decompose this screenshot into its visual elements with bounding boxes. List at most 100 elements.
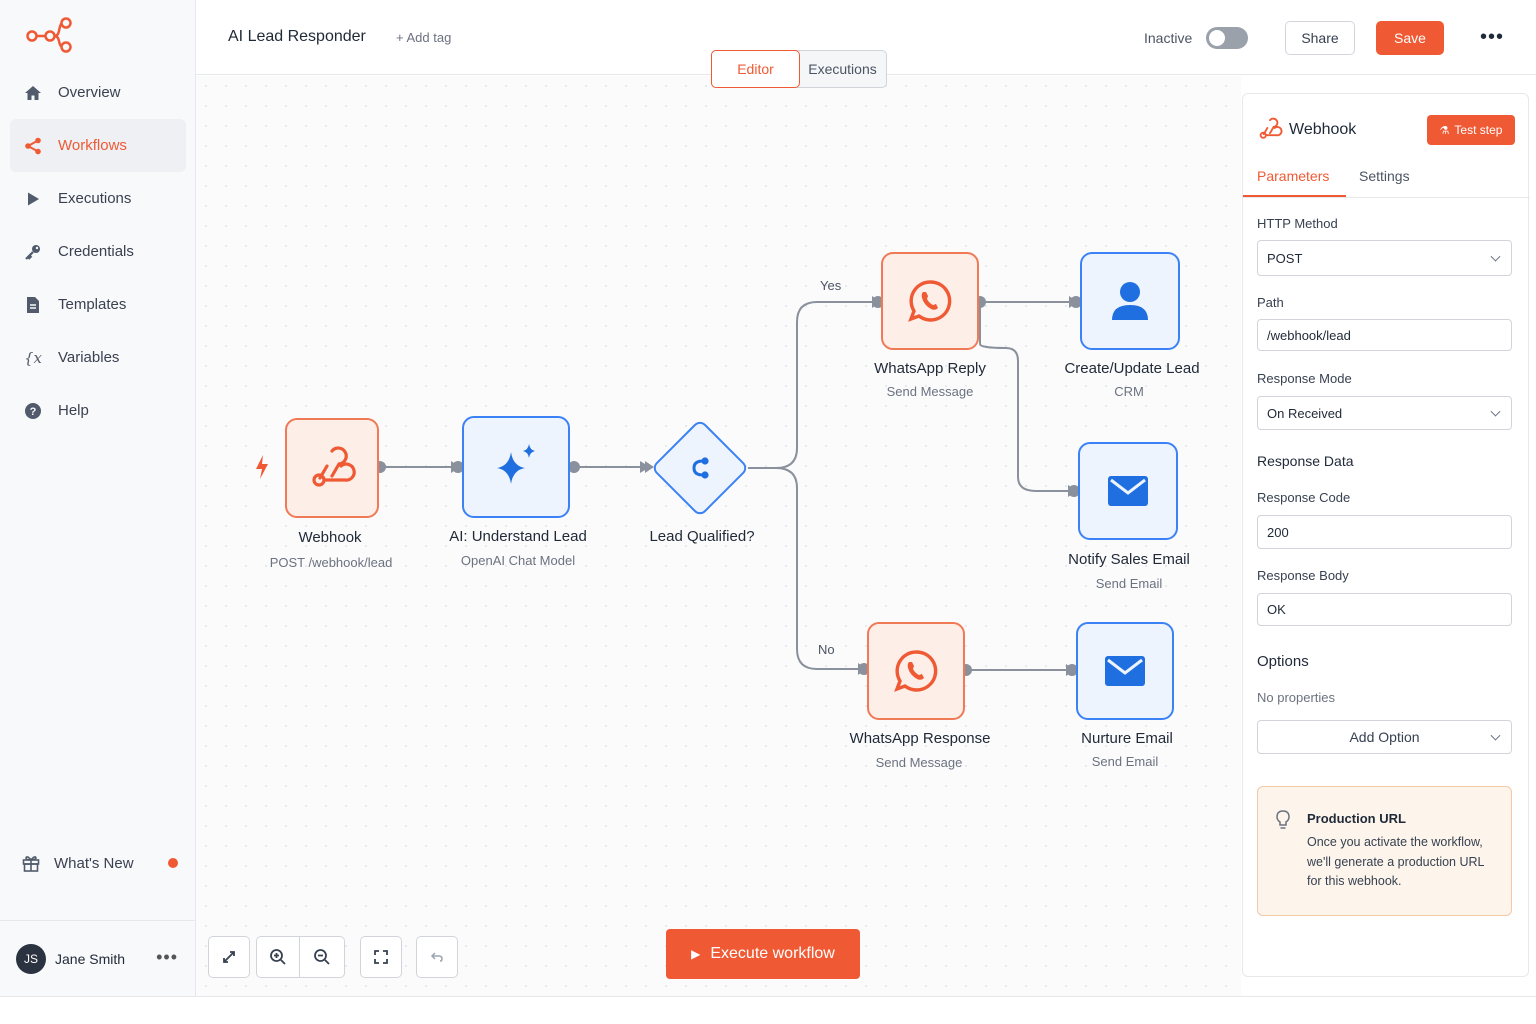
- node-ai-understand-lead[interactable]: [462, 416, 570, 518]
- node-whatsapp-reply[interactable]: [881, 252, 979, 350]
- notification-dot: [168, 858, 178, 868]
- user-more-icon[interactable]: •••: [156, 947, 178, 968]
- sidebar-item-help[interactable]: ? Help: [10, 384, 186, 437]
- fullscreen-icon: [374, 950, 388, 964]
- sidebar-item-variables[interactable]: {x Variables: [10, 331, 186, 384]
- undo-button[interactable]: [416, 936, 458, 978]
- play-icon: [22, 188, 44, 210]
- whats-new-label: What's New: [54, 854, 134, 872]
- tab-executions[interactable]: Executions: [799, 51, 886, 87]
- test-step-button[interactable]: ⚗ Test step: [1427, 115, 1515, 145]
- node-create-update-lead[interactable]: [1080, 252, 1180, 350]
- sidebar-item-label: Overview: [58, 84, 121, 101]
- node-subtitle: Send Email: [1095, 576, 1163, 591]
- bottom-bar: [0, 996, 1536, 1024]
- node-webhook[interactable]: [285, 418, 379, 518]
- app-logo[interactable]: [26, 16, 74, 54]
- http-method-value: POST: [1267, 250, 1303, 266]
- execute-workflow-button[interactable]: ▶ Execute workflow: [666, 929, 860, 979]
- node-title: Lead Qualified?: [649, 528, 755, 545]
- path-value: /webhook/lead: [1267, 327, 1351, 343]
- tab-parameters[interactable]: Parameters: [1257, 168, 1329, 184]
- response-code-input[interactable]: 200: [1257, 515, 1512, 549]
- branch-no-label: No: [818, 642, 835, 657]
- mail-icon: [1108, 476, 1148, 506]
- branch-icon: [680, 448, 720, 488]
- node-details-panel: Webhook ⚗ Test step Parameters Settings …: [1242, 93, 1530, 977]
- webhook-icon: [312, 446, 356, 487]
- fit-view-button[interactable]: [208, 936, 250, 978]
- response-body-value: OK: [1267, 602, 1286, 617]
- workflow-canvas[interactable]: Webhook POST /webhook/lead AI: Understan…: [196, 76, 1241, 996]
- more-options-icon[interactable]: •••: [1480, 26, 1504, 49]
- sidebar-item-label: Help: [58, 402, 89, 419]
- add-option-label: Add Option: [1349, 729, 1420, 745]
- whats-new-item[interactable]: What's New: [20, 846, 186, 880]
- zoom-out-button[interactable]: [300, 936, 345, 978]
- no-properties-text: No properties: [1257, 690, 1336, 705]
- sidebar-item-label: Templates: [58, 296, 127, 313]
- response-mode-value: On Received: [1267, 405, 1343, 421]
- sidebar-item-label: Executions: [58, 190, 132, 207]
- webhook-icon: [1259, 117, 1283, 139]
- node-notify-sales-email[interactable]: [1078, 442, 1178, 540]
- sidebar-item-executions[interactable]: Executions: [10, 172, 186, 225]
- tab-editor[interactable]: Editor: [711, 50, 800, 88]
- chevron-down-icon: [1490, 251, 1501, 262]
- panel-tabs: Parameters Settings: [1243, 158, 1530, 198]
- user-menu[interactable]: JS Jane Smith •••: [16, 943, 186, 975]
- response-mode-label: Response Mode: [1257, 371, 1352, 386]
- sidebar-item-workflows[interactable]: Workflows: [10, 119, 186, 172]
- flask-icon: ⚗: [1439, 124, 1450, 137]
- node-subtitle: OpenAI Chat Model: [460, 553, 576, 568]
- notice-text: Once you activate the workflow, we'll ge…: [1307, 835, 1485, 888]
- undo-icon: [430, 952, 443, 962]
- sidebar-item-templates[interactable]: Templates: [10, 278, 186, 331]
- execute-label: Execute workflow: [710, 945, 835, 962]
- workflows-icon: [22, 135, 44, 157]
- path-label: Path: [1257, 295, 1284, 310]
- sparkle-icon: [497, 444, 535, 484]
- chevron-down-icon: [1490, 406, 1501, 417]
- add-tag-link[interactable]: + Add tag: [396, 30, 451, 45]
- response-mode-select[interactable]: On Received: [1257, 396, 1512, 430]
- view-mode-tabs: Editor Executions: [711, 50, 887, 88]
- add-option-button[interactable]: Add Option: [1257, 720, 1512, 754]
- path-input[interactable]: /webhook/lead: [1257, 319, 1512, 351]
- node-whatsapp-response[interactable]: [867, 622, 965, 720]
- node-subtitle: Send Message: [886, 384, 974, 399]
- sidebar-item-overview[interactable]: Overview: [10, 66, 186, 119]
- node-title: Notify Sales Email: [1068, 551, 1190, 568]
- node-nurture-email[interactable]: [1076, 622, 1174, 720]
- fullscreen-button[interactable]: [360, 936, 402, 978]
- mail-icon: [1105, 656, 1145, 686]
- save-button[interactable]: Save: [1376, 21, 1444, 55]
- production-url-notice: Production URL Once you activate the wor…: [1257, 786, 1512, 916]
- node-title: Create/Update Lead: [1064, 360, 1200, 377]
- tab-settings[interactable]: Settings: [1359, 168, 1410, 184]
- http-method-label: HTTP Method: [1257, 216, 1338, 231]
- user-icon: [1112, 282, 1148, 320]
- node-title: Webhook: [298, 529, 362, 546]
- user-name: Jane Smith: [55, 951, 126, 967]
- sidebar-item-credentials[interactable]: Credentials: [10, 225, 186, 278]
- home-icon: [22, 82, 44, 104]
- share-button[interactable]: Share: [1285, 21, 1355, 55]
- active-toggle[interactable]: [1206, 27, 1248, 49]
- whatsapp-icon: [908, 280, 952, 322]
- play-icon: ▶: [691, 947, 701, 961]
- node-subtitle: Send Email: [1091, 754, 1159, 769]
- avatar: JS: [16, 944, 46, 974]
- zoom-out-icon: [314, 949, 330, 965]
- zoom-in-icon: [270, 949, 286, 965]
- http-method-select[interactable]: POST: [1257, 240, 1512, 276]
- notice-title: Production URL: [1307, 811, 1406, 826]
- lightbulb-icon: [1276, 810, 1290, 829]
- response-body-label: Response Body: [1257, 568, 1349, 583]
- zoom-in-button[interactable]: [256, 936, 300, 978]
- sidebar-nav: Overview Workflows Executions Credential…: [10, 66, 186, 437]
- gift-icon: [20, 852, 42, 874]
- workflow-title[interactable]: AI Lead Responder: [228, 28, 366, 46]
- sidebar-divider: [0, 920, 196, 921]
- response-body-input[interactable]: OK: [1257, 593, 1512, 626]
